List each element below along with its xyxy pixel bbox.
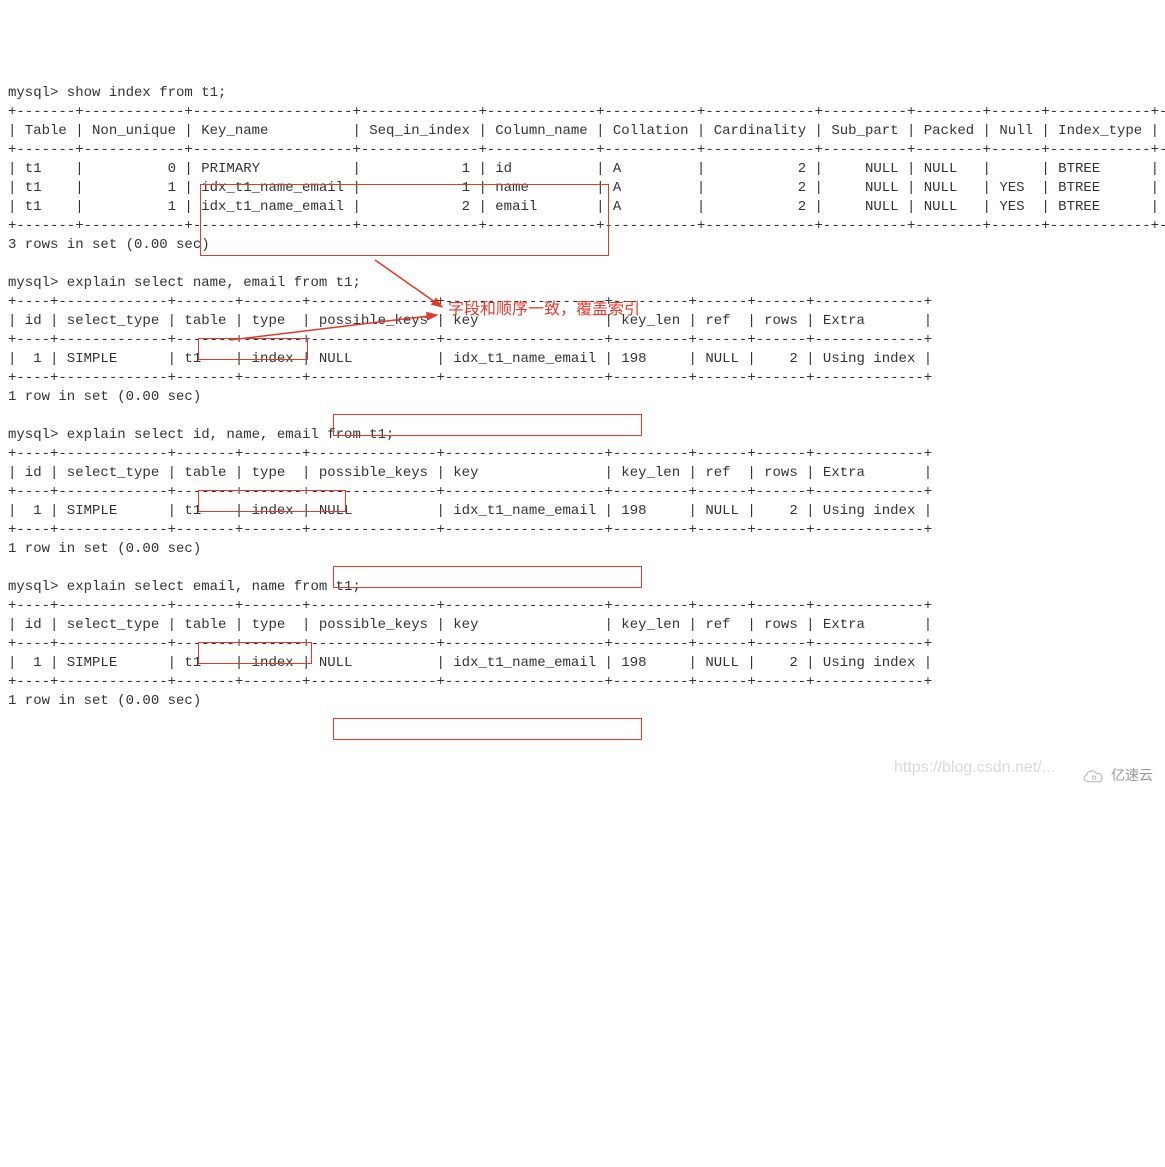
cloud-icon	[1081, 767, 1107, 785]
highlight-box-null-3	[333, 718, 642, 740]
terminal-output: mysql> show index from t1; +-------+----…	[8, 84, 1157, 711]
watermark: https://blog.csdn.net/...	[894, 758, 1055, 777]
brand-logo: 亿速云	[1081, 766, 1153, 785]
annotation-label: 字段和顺序一致，覆盖索引	[448, 300, 640, 319]
brand-text: 亿速云	[1111, 766, 1153, 785]
